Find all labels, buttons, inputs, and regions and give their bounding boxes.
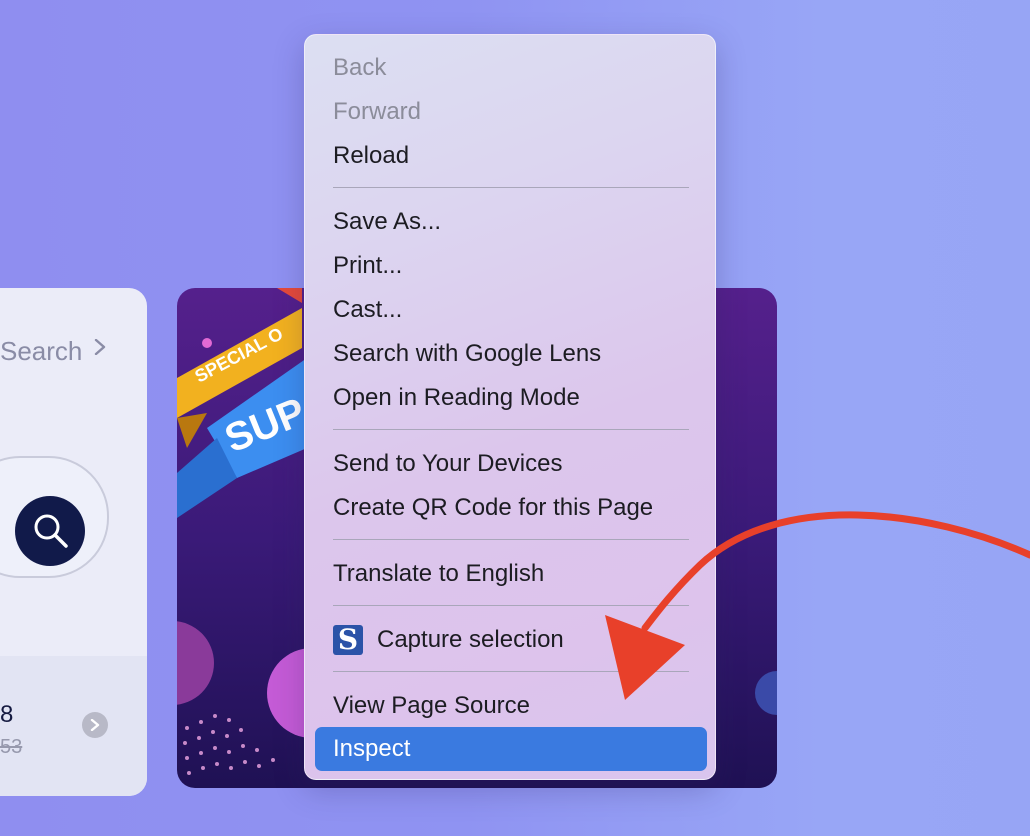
red-arrow-annotation xyxy=(605,511,1030,700)
